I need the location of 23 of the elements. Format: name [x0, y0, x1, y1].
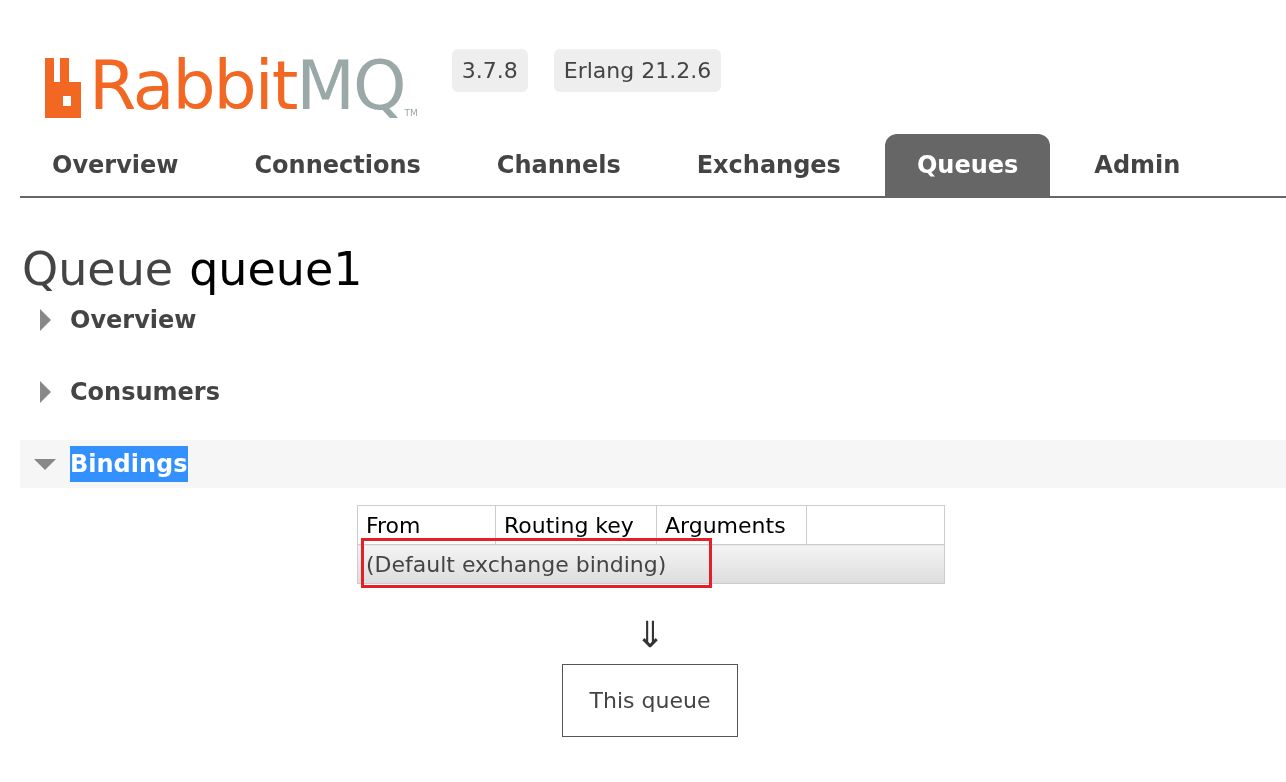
logo-product: MQ [296, 52, 405, 120]
page-title: Queue [22, 242, 174, 296]
nav-tab[interactable]: Connections [222, 134, 453, 196]
binding-source: (Default exchange binding) [366, 551, 667, 577]
trademark-mark: TM [404, 107, 418, 120]
version-badge: 3.7.8 [451, 49, 528, 92]
queue-name: queue1 [189, 242, 363, 296]
arrow-glyph: ⇓ [634, 613, 666, 657]
rabbit-logo-icon [45, 58, 81, 118]
section-header[interactable]: Overview [20, 296, 1286, 344]
version-badge: Erlang 21.2.6 [553, 49, 722, 92]
logo-brand: Rabbit [89, 52, 297, 120]
section-title: Bindings [70, 446, 188, 482]
section-title: Consumers [70, 377, 220, 408]
nav-tab[interactable]: Admin [1062, 134, 1213, 196]
nav-tab[interactable]: Queues [884, 134, 1051, 196]
queue-box: This queue [562, 664, 738, 737]
column-header: Arguments [656, 505, 807, 545]
section-header[interactable]: Consumers [20, 368, 1286, 416]
nav-tab[interactable]: Channels [464, 134, 653, 196]
nav-tab[interactable]: Overview [20, 134, 211, 196]
section-title: Overview [70, 305, 197, 336]
nav-tab[interactable]: Exchanges [664, 134, 873, 196]
